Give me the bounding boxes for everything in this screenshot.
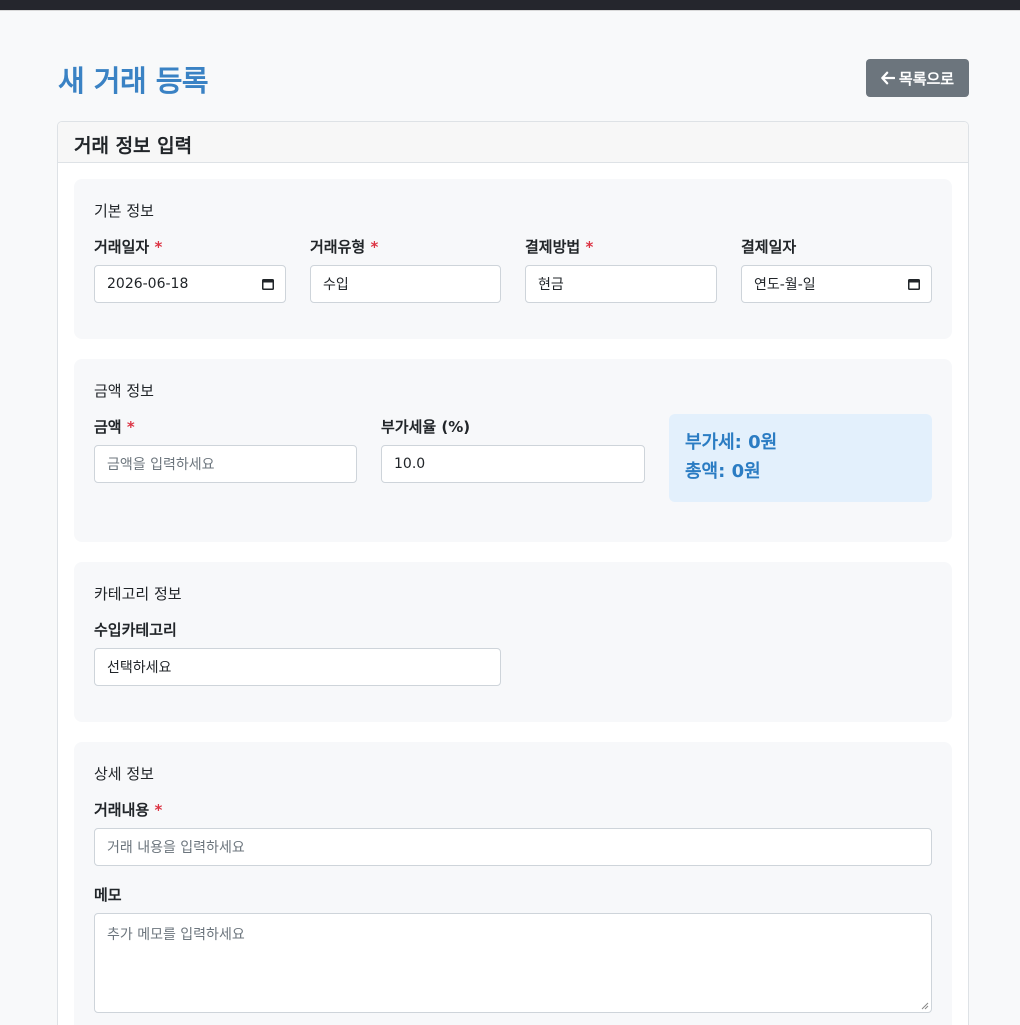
section-title-detail: 상세 정보 xyxy=(94,765,154,783)
vat-rate-input[interactable]: 10.0 xyxy=(381,445,645,483)
transaction-form-card: 거래 정보 입력 기본 정보 거래일자 * 2026-06-18 거래유형 * … xyxy=(57,121,969,1025)
transaction-date-label: 거래일자 * xyxy=(94,238,163,256)
amount-summary-box: 부가세: 0원 총액: 0원 xyxy=(669,414,932,502)
section-title-basic: 기본 정보 xyxy=(94,202,154,220)
back-to-list-button[interactable]: 목록으로 xyxy=(866,59,969,97)
resize-handle-icon[interactable] xyxy=(919,1000,929,1010)
vat-amount-text: 부가세: 0원 xyxy=(685,432,778,453)
transaction-type-label: 거래유형 * xyxy=(310,238,379,256)
card-header: 거래 정보 입력 xyxy=(58,122,968,163)
section-title-amount: 금액 정보 xyxy=(94,382,154,400)
required-mark: * xyxy=(585,238,594,256)
top-navbar xyxy=(0,0,1020,11)
content-label: 거래내용 * xyxy=(94,801,163,819)
calendar-icon[interactable] xyxy=(907,277,921,291)
amount-label: 금액 * xyxy=(94,418,135,436)
amount-info-section: 금액 정보 금액 * 금액을 입력하세요 부가세율 (%) 10.0 부가세: … xyxy=(74,359,952,542)
transaction-type-select[interactable]: 수입 xyxy=(310,265,501,303)
content-input[interactable]: 거래 내용을 입력하세요 xyxy=(94,828,932,866)
required-mark: * xyxy=(154,801,163,819)
required-mark: * xyxy=(370,238,379,256)
vat-rate-label: 부가세율 (%) xyxy=(381,418,471,436)
calendar-icon[interactable] xyxy=(261,277,275,291)
transaction-date-input[interactable]: 2026-06-18 xyxy=(94,265,286,303)
income-category-label: 수입카테고리 xyxy=(94,621,177,639)
payment-date-input[interactable]: 연도-월-일 xyxy=(741,265,932,303)
income-category-select[interactable]: 선택하세요 xyxy=(94,648,501,686)
category-info-section: 카테고리 정보 수입카테고리 선택하세요 xyxy=(74,562,952,722)
amount-input[interactable]: 금액을 입력하세요 xyxy=(94,445,357,483)
back-button-label: 목록으로 xyxy=(898,69,955,88)
payment-method-label: 결제방법 * xyxy=(525,238,594,256)
memo-textarea[interactable]: 추가 메모를 입력하세요 xyxy=(94,913,932,1013)
required-mark: * xyxy=(154,238,163,256)
basic-info-section: 기본 정보 거래일자 * 2026-06-18 거래유형 * 수입 결제방법 *… xyxy=(74,179,952,339)
total-amount-text: 총액: 0원 xyxy=(685,461,761,482)
required-mark: * xyxy=(126,418,135,436)
memo-label: 메모 xyxy=(94,886,122,904)
page-title: 새 거래 등록 xyxy=(58,64,209,98)
arrow-left-icon xyxy=(881,71,895,85)
payment-method-select[interactable]: 현금 xyxy=(525,265,717,303)
payment-date-label: 결제일자 xyxy=(741,238,797,256)
section-title-category: 카테고리 정보 xyxy=(94,585,182,603)
detail-info-section: 상세 정보 거래내용 * 거래 내용을 입력하세요 메모 추가 메모를 입력하세… xyxy=(74,742,952,1025)
